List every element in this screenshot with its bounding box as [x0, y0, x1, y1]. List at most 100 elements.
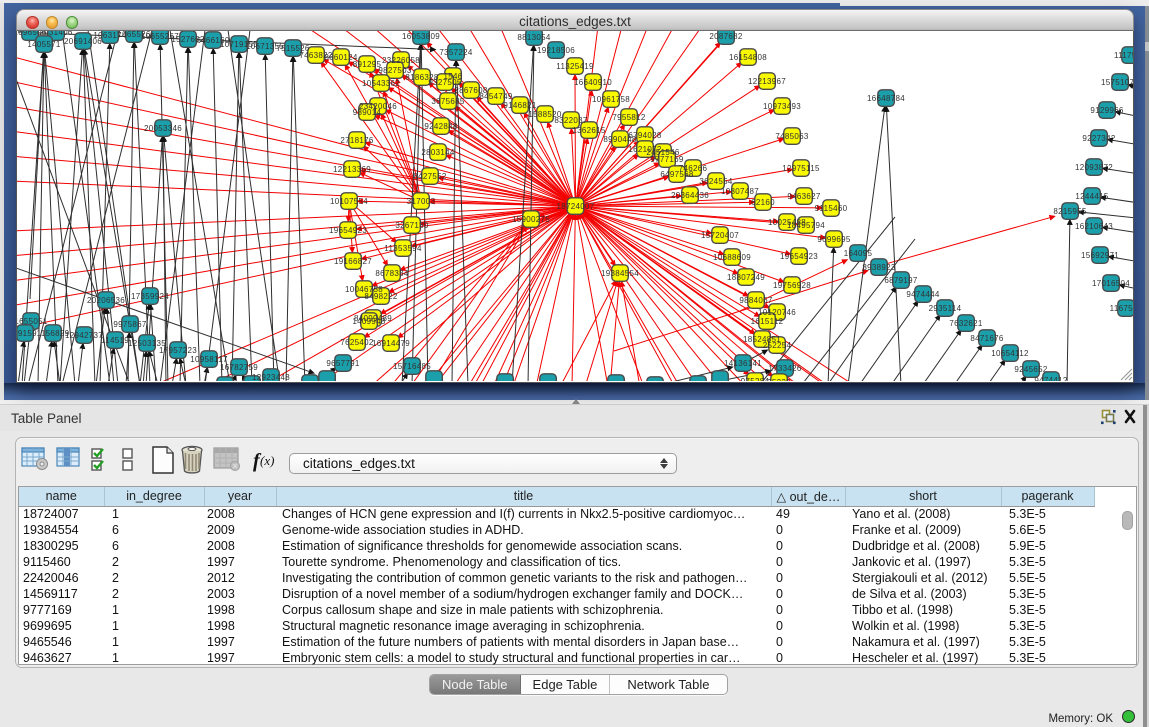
svg-text:14136141: 14136141 — [724, 359, 762, 368]
svg-text:10688609: 10688609 — [713, 253, 751, 262]
svg-text:8454749: 8454749 — [479, 92, 512, 101]
svg-text:1409948: 1409948 — [352, 317, 385, 326]
svg-text:10807487: 10807487 — [721, 187, 759, 196]
svg-text:7625402: 7625402 — [340, 338, 373, 347]
svg-text:6794028: 6794028 — [628, 131, 661, 140]
svg-text:19654923: 19654923 — [329, 226, 367, 235]
svg-text:10973493: 10973493 — [763, 102, 801, 111]
svg-text:9777169: 9777169 — [650, 155, 683, 164]
svg-text:1117535: 1117535 — [1114, 51, 1133, 60]
svg-text:975284: 975284 — [741, 377, 770, 381]
svg-text:15720407: 15720407 — [701, 231, 739, 240]
svg-text:18807249: 18807249 — [727, 273, 765, 282]
svg-text:2935114: 2935114 — [929, 304, 962, 313]
svg-text:317003: 317003 — [407, 197, 436, 206]
svg-text:39159: 39159 — [17, 329, 37, 338]
svg-text:9146821: 9146821 — [503, 101, 536, 110]
svg-text:8813054: 8813054 — [517, 33, 550, 42]
svg-text:9227342: 9227342 — [1082, 134, 1115, 143]
svg-text:7955812: 7955812 — [612, 113, 645, 122]
svg-text:19654923: 19654923 — [780, 252, 818, 261]
svg-text:16640910: 16640910 — [574, 78, 612, 87]
svg-text:19166827: 19166827 — [334, 257, 372, 266]
svg-text:12213369: 12213369 — [333, 165, 371, 174]
svg-text:114519: 114519 — [101, 336, 129, 345]
svg-text:9975867: 9975867 — [113, 320, 146, 329]
svg-text:1733426: 1733426 — [768, 364, 801, 373]
svg-text:6879197: 6879197 — [884, 276, 917, 285]
svg-text:7632621: 7632621 — [949, 319, 982, 328]
svg-text:17016504: 17016504 — [1092, 279, 1130, 288]
svg-text:6497568: 6497568 — [660, 170, 693, 179]
svg-text:1615112: 1615112 — [751, 317, 784, 326]
svg-text:11325419: 11325419 — [556, 62, 594, 71]
svg-text:989014: 989014 — [353, 108, 382, 117]
svg-text:7485063: 7485063 — [775, 132, 808, 141]
svg-text:18724007: 18724007 — [557, 202, 595, 211]
svg-text:3675685: 3675685 — [431, 97, 464, 106]
svg-text:9463627: 9463627 — [787, 192, 820, 201]
svg-text:8678334: 8678334 — [375, 269, 408, 278]
svg-text:9474412: 9474412 — [1034, 376, 1067, 381]
svg-text:8215955: 8215955 — [1053, 207, 1086, 216]
svg-text:8427552: 8427552 — [413, 172, 446, 181]
svg-text:8471676: 8471676 — [970, 334, 1003, 343]
svg-text:(x): (x) — [260, 453, 274, 468]
svg-text:9884067: 9884067 — [739, 296, 772, 305]
svg-text:12942737: 12942737 — [65, 331, 103, 340]
svg-text:12093872: 12093872 — [1075, 163, 1113, 172]
svg-text:15692971: 15692971 — [1081, 251, 1119, 260]
svg-text:1244415: 1244415 — [1075, 192, 1108, 201]
svg-text:16914479: 16914479 — [372, 339, 410, 348]
svg-text:8498222: 8498222 — [364, 292, 397, 301]
svg-text:12975115: 12975115 — [782, 164, 820, 173]
svg-text:16154808: 16154808 — [729, 53, 767, 62]
svg-text:10120746: 10120746 — [758, 308, 796, 317]
svg-text:2087682: 2087682 — [709, 32, 742, 41]
svg-text:15716485: 15716485 — [393, 362, 431, 371]
svg-text:9474444: 9474444 — [906, 290, 939, 299]
svg-text:11353594: 11353594 — [384, 244, 422, 253]
svg-text:15900275: 15900275 — [512, 215, 550, 224]
svg-text:19384554: 19384554 — [601, 269, 639, 278]
svg-text:9115460: 9115460 — [815, 204, 848, 213]
svg-text:2803144: 2803144 — [421, 148, 454, 157]
svg-text:16782759: 16782759 — [220, 363, 258, 372]
svg-text:10107554: 10107554 — [330, 197, 368, 206]
svg-text:17359924: 17359924 — [131, 292, 169, 301]
svg-text:9242848: 9242848 — [424, 122, 457, 131]
svg-text:15751074: 15751074 — [1101, 78, 1133, 87]
svg-text:9129966: 9129966 — [1090, 106, 1123, 115]
svg-text:1655051: 1655051 — [17, 317, 48, 326]
svg-text:19756928: 19756928 — [773, 281, 811, 290]
svg-text:19218506: 19218506 — [537, 46, 575, 55]
svg-text:2718176: 2718176 — [340, 136, 373, 145]
svg-text:1362615: 1362615 — [572, 126, 605, 135]
svg-text:10654112: 10654112 — [991, 349, 1029, 358]
svg-text:9245652: 9245652 — [1014, 365, 1047, 374]
svg-text:23226058: 23226058 — [382, 56, 420, 65]
svg-text:9657791: 9657791 — [326, 359, 359, 368]
svg-text:9699695: 9699695 — [817, 235, 850, 244]
svg-text:17957223: 17957223 — [159, 346, 197, 355]
svg-text:3624554: 3624554 — [699, 177, 732, 186]
svg-text:891295: 891295 — [353, 60, 382, 69]
svg-text:10543362: 10543362 — [362, 79, 400, 88]
svg-text:8322037: 8322037 — [554, 116, 587, 125]
svg-text:16648784: 16648784 — [867, 94, 905, 103]
svg-text:62160: 62160 — [751, 198, 775, 207]
svg-text:20053346: 20053346 — [144, 124, 182, 133]
svg-text:12213967: 12213967 — [748, 77, 786, 86]
svg-text:12923448: 12923448 — [252, 373, 290, 381]
svg-text:25225: 25225 — [767, 378, 791, 381]
svg-text:16053809: 16053809 — [402, 32, 440, 41]
svg-text:7357224: 7357224 — [439, 48, 472, 57]
svg-text:3267130: 3267130 — [395, 221, 428, 230]
svg-text:8938923: 8938923 — [862, 263, 895, 272]
svg-text:16210643: 16210643 — [1075, 222, 1113, 231]
svg-text:20206536: 20206536 — [87, 296, 125, 305]
svg-text:1405571: 1405571 — [27, 40, 60, 49]
svg-text:252254: 252254 — [763, 341, 792, 350]
svg-text:164095: 164095 — [844, 249, 873, 258]
svg-text:18495794: 18495794 — [787, 221, 825, 230]
